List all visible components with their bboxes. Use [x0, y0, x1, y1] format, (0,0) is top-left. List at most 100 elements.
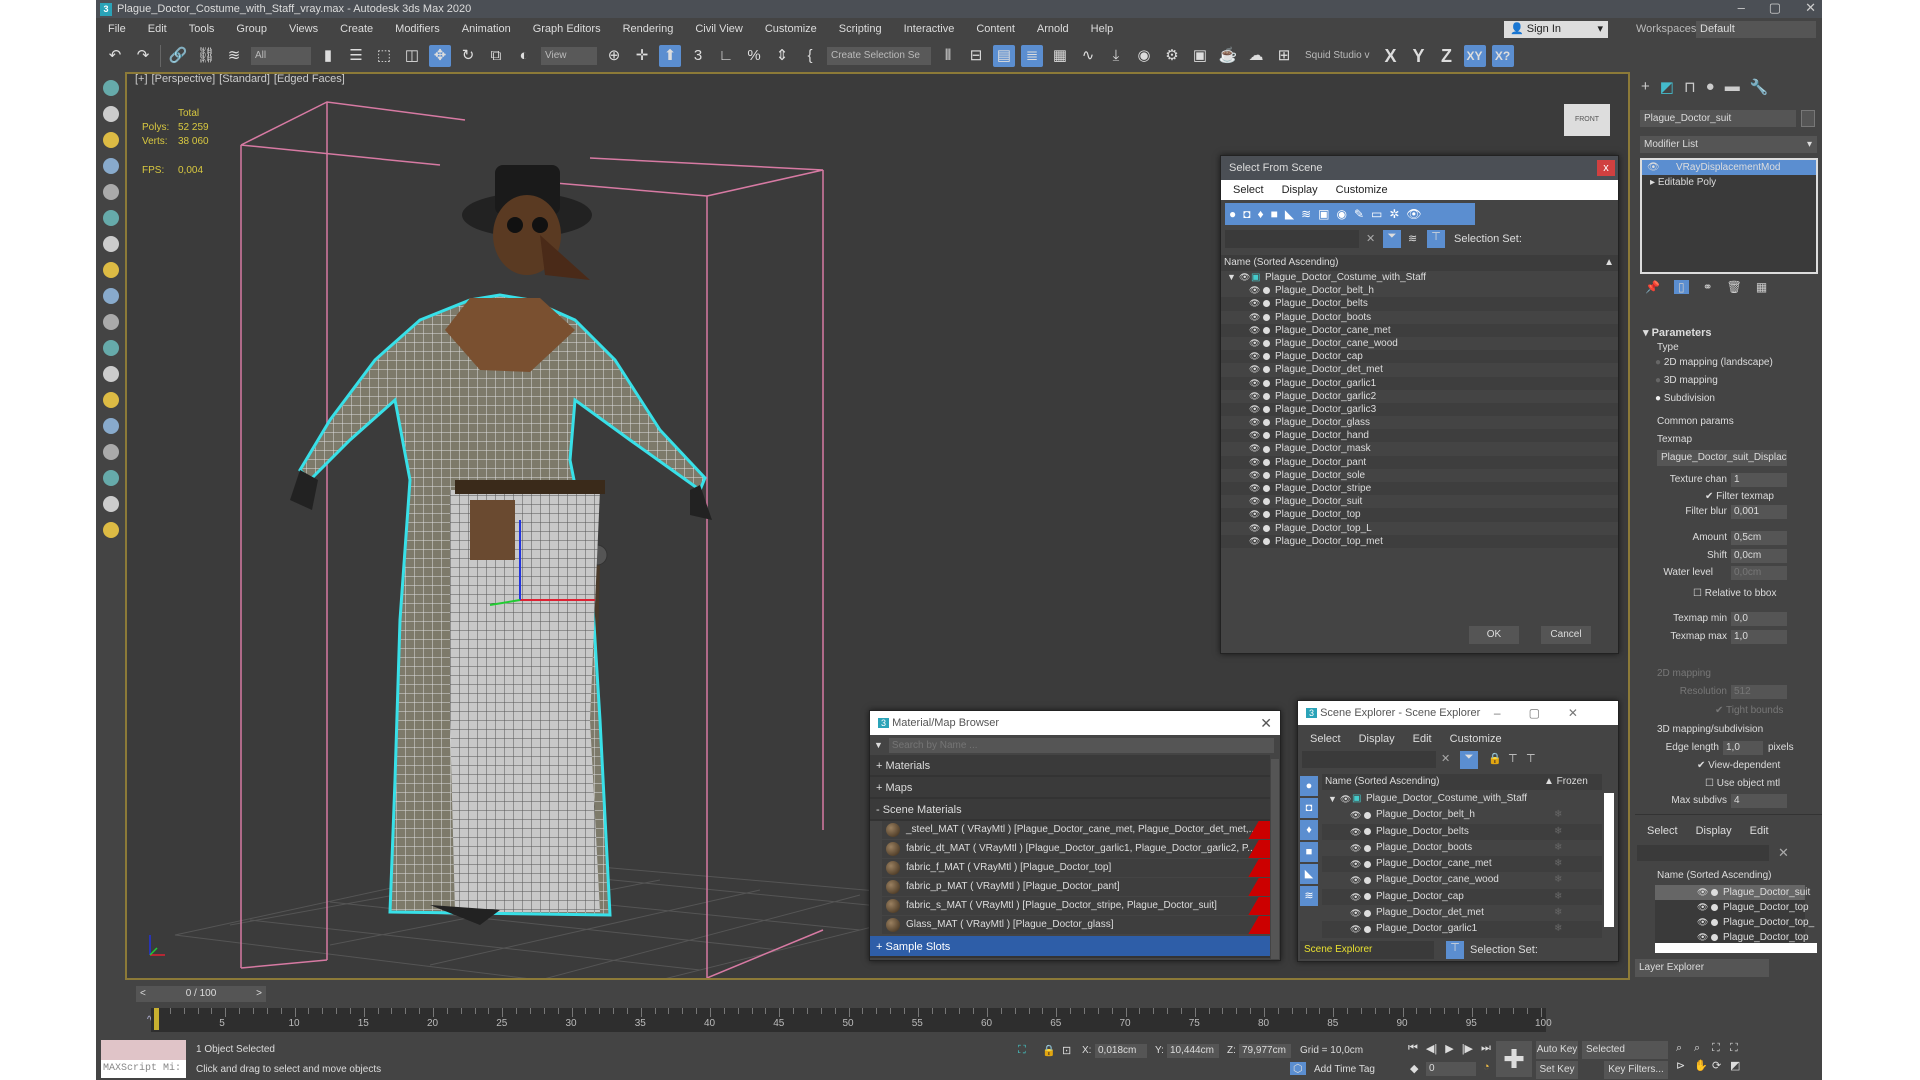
object-list-item[interactable]: 👁 Plague_Doctor_belt_h	[1221, 284, 1618, 298]
maximize-viewport-icon[interactable]: ◩	[1730, 1059, 1748, 1072]
axis-z-button[interactable]: Z	[1436, 46, 1458, 67]
named-selection-dropdown[interactable]: Create Selection Se	[827, 47, 931, 65]
zoom-extents-all-icon[interactable]: ⛶	[1730, 1042, 1748, 1055]
layer-list-item[interactable]: 👁 Plague_Doctor_suit	[1655, 885, 1810, 900]
object-list-item[interactable]: 👁 Plague_Doctor_cap	[1221, 350, 1618, 364]
render-cloud-icon[interactable]: ☁	[1245, 45, 1267, 67]
maps-section[interactable]: + Maps	[870, 777, 1270, 799]
frozen-icon[interactable]: ❄	[1554, 872, 1562, 888]
snap-3d-icon[interactable]: 3	[687, 45, 709, 67]
eye-icon[interactable]: 👁	[1350, 840, 1361, 856]
make-unique-icon[interactable]: ⚭	[1703, 280, 1713, 294]
object-list-item[interactable]: 👁 Plague_Doctor_det_met ❄	[1322, 905, 1602, 922]
close-button[interactable]: ✕	[1260, 711, 1272, 735]
set-key-big-icon[interactable]: ✚	[1496, 1041, 1532, 1077]
render-icon[interactable]: ☕	[1217, 45, 1239, 67]
maximize-button[interactable]: ▢	[1769, 0, 1781, 16]
shift-spinner[interactable]: 0,0cm	[1731, 549, 1787, 563]
viewcube[interactable]: FRONT	[1564, 104, 1610, 136]
frozen-icon[interactable]: ❄	[1554, 889, 1562, 905]
object-list-item[interactable]: 👁 Plague_Doctor_garlic1 ❄	[1322, 921, 1602, 938]
object-list-item[interactable]: 👁 Plague_Doctor_mask	[1221, 442, 1618, 456]
sphere-icon[interactable]	[102, 80, 119, 96]
render-icon[interactable]	[102, 496, 119, 512]
viewport-shading-standard[interactable]: [Standard]	[219, 74, 270, 85]
expand-icon[interactable]: ⊤	[1508, 752, 1518, 765]
name-column-header[interactable]: Name (Sorted Ascending) ▲	[1221, 255, 1618, 271]
axis-xz-button[interactable]: X?	[1491, 45, 1514, 67]
object-list-item[interactable]: 👁 Plague_Doctor_top_met	[1221, 534, 1618, 548]
object-list-item[interactable]: 👁 Plague_Doctor_cane_met ❄	[1322, 856, 1602, 873]
window-crossing-icon[interactable]: ◫	[401, 45, 423, 67]
material-icon[interactable]	[102, 470, 119, 486]
cancel-button[interactable]: Cancel	[1541, 626, 1591, 644]
material-editor-icon[interactable]: ◉	[1133, 45, 1155, 67]
pivot-icon[interactable]: ⊕	[603, 45, 625, 67]
current-frame-input[interactable]: 0	[1426, 1062, 1476, 1076]
show-end-result-icon[interactable]: ▯	[1673, 280, 1689, 294]
object-list-item[interactable]: 👁 Plague_Doctor_garlic1	[1221, 376, 1618, 390]
viewport-menu-plus[interactable]: [+]	[135, 74, 148, 85]
time-config-icon[interactable]: ◔	[1483, 1061, 1490, 1073]
object-list-item[interactable]: 👁 Plague_Doctor_belts	[1221, 297, 1618, 311]
close-button[interactable]: x	[1597, 160, 1615, 176]
undo-icon[interactable]: ↶	[104, 45, 126, 67]
eye-icon[interactable]: 👁	[1249, 495, 1260, 508]
light-icon[interactable]	[102, 132, 119, 148]
eye-icon[interactable]: 👁	[1249, 311, 1260, 324]
orbit-icon[interactable]: ⟳	[1712, 1059, 1730, 1072]
eye-icon[interactable]: 👁	[1249, 324, 1260, 337]
object-list-item[interactable]: 👁 Plague_Doctor_hand	[1221, 429, 1618, 443]
selection-lock-icon[interactable]: 🔒	[1042, 1044, 1056, 1057]
z-coordinate-input[interactable]: 79,977cm	[1239, 1044, 1291, 1058]
eye-icon[interactable]: 👁	[1239, 271, 1250, 284]
menu-interactive[interactable]: Interactive	[904, 23, 955, 35]
menu-content[interactable]: Content	[976, 23, 1015, 35]
set-key-button[interactable]: Set Key	[1536, 1061, 1578, 1079]
eye-icon[interactable]: 👁	[1249, 456, 1260, 469]
next-frame-icon[interactable]: |▶	[1462, 1042, 1473, 1055]
find-input[interactable]	[1302, 751, 1436, 768]
dynamics-icon[interactable]	[102, 392, 119, 408]
add-time-tag-button[interactable]: Add Time Tag	[1314, 1064, 1375, 1075]
clear-search-icon[interactable]: ✕	[1441, 752, 1450, 765]
configure-sets-icon[interactable]: ▦	[1756, 280, 1767, 294]
eye-icon[interactable]: 👁	[1249, 363, 1260, 376]
eye-icon[interactable]: 👁	[1697, 915, 1708, 930]
manipulate-icon[interactable]: ✛	[631, 45, 653, 67]
menu-edit[interactable]: Edit	[1413, 729, 1432, 749]
object-list-item[interactable]: 👁 Plague_Doctor_top	[1221, 508, 1618, 522]
menu-arnold[interactable]: Arnold	[1037, 23, 1069, 35]
percent-snap-icon[interactable]: %	[743, 45, 765, 67]
radio-3d-mapping[interactable]: ● 3D mapping	[1655, 372, 1773, 390]
object-list-item[interactable]: 👁 Plague_Doctor_cane_wood	[1221, 336, 1618, 351]
timeline-current-frame-marker[interactable]	[154, 1008, 159, 1030]
menu-select[interactable]: Select	[1647, 821, 1678, 841]
search-by-name-input[interactable]	[888, 737, 1274, 753]
texture-chan-spinner[interactable]: 1	[1731, 473, 1787, 487]
eye-icon[interactable]: 👁	[1249, 482, 1260, 495]
modify-tab-icon[interactable]: ◩	[1660, 78, 1674, 96]
eye-icon[interactable]: 👁	[1249, 416, 1260, 429]
minimize-button[interactable]: –	[1738, 0, 1745, 16]
menu-group[interactable]: Group	[236, 23, 267, 35]
box-icon[interactable]	[102, 106, 119, 122]
sun-icon[interactable]	[102, 314, 119, 330]
material-item[interactable]: fabric_p_MAT ( VRayMtl ) [Plague_Doctor_…	[882, 878, 1270, 896]
menu-modifiers[interactable]: Modifiers	[395, 23, 440, 35]
frozen-icon[interactable]: ❄	[1554, 840, 1562, 856]
object-list-item[interactable]: 👁 Plague_Doctor_garlic3	[1221, 402, 1618, 417]
object-list-item[interactable]: 👁 Plague_Doctor_cane_wood ❄	[1322, 872, 1602, 889]
time-tag-icon[interactable]: ⬡	[1290, 1062, 1306, 1075]
vertical-scrollbar[interactable]	[1271, 759, 1279, 959]
parameters-rollout-header[interactable]: ▾ Parameters	[1643, 326, 1712, 339]
render-grid-icon[interactable]: ⊞	[1273, 45, 1295, 67]
menu-edit[interactable]: Edit	[1750, 821, 1769, 841]
layer-search-input[interactable]	[1637, 845, 1769, 861]
object-list-item[interactable]: 👁 Plague_Doctor_sole	[1221, 468, 1618, 482]
eye-icon[interactable]: 👁	[1249, 337, 1260, 350]
particle-icon[interactable]	[102, 366, 119, 382]
spacewarp-icon[interactable]	[102, 210, 119, 226]
eye-icon[interactable]: 👁	[1249, 390, 1260, 403]
vertical-scrollbar[interactable]	[1604, 793, 1614, 927]
